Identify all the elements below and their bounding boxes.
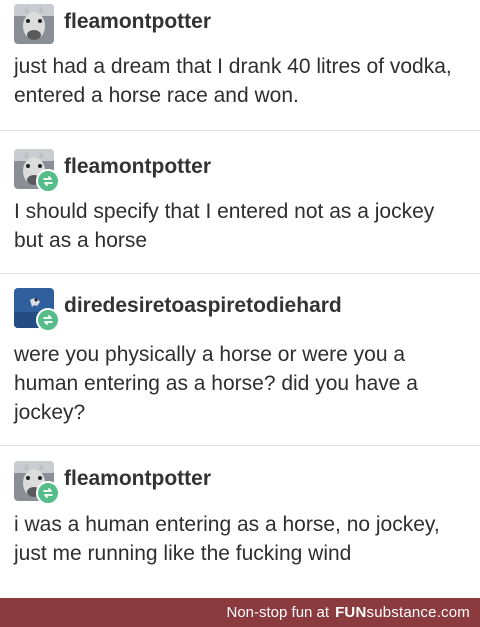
footer-brand-bold: FUN <box>335 604 367 621</box>
footer-brand-light: substance <box>366 604 437 621</box>
footer-brand[interactable]: FUNsubstance.com <box>335 604 470 621</box>
post-text: just had a dream that I drank 40 litres … <box>14 55 452 107</box>
post-username[interactable]: diredesiretoaspiretodiehard <box>64 294 342 318</box>
watermark-footer: Non-stop fun at FUNsubstance.com <box>0 598 480 627</box>
reblog-icon <box>36 169 60 193</box>
horse-avatar-icon[interactable] <box>14 4 54 44</box>
reblog-icon <box>36 308 60 332</box>
post-header: fleamontpotter <box>14 149 474 193</box>
post-4: fleamontpotter i was a human entering as… <box>0 446 480 598</box>
post-username[interactable]: fleamontpotter <box>64 10 211 34</box>
post-username[interactable]: fleamontpotter <box>64 467 211 491</box>
post-header: fleamontpotter <box>14 4 474 44</box>
post-text: I should specify that I entered not as a… <box>14 200 435 252</box>
footer-tagline: Non-stop fun at <box>226 604 330 621</box>
footer-brand-suffix: .com <box>436 604 470 621</box>
post-text: were you physically a horse or were you … <box>14 343 418 424</box>
post-1: fleamontpotter just had a dream that I d… <box>0 0 480 131</box>
post-2: fleamontpotter I should specify that I e… <box>0 131 480 274</box>
post-username[interactable]: fleamontpotter <box>64 155 211 179</box>
post-header: fleamontpotter <box>14 461 474 505</box>
reblog-icon <box>36 481 60 505</box>
post-text: i was a human entering as a horse, no jo… <box>14 513 440 565</box>
post-3: diredesiretoaspiretodiehard were you phy… <box>0 274 480 446</box>
post-header: diredesiretoaspiretodiehard <box>14 288 474 332</box>
